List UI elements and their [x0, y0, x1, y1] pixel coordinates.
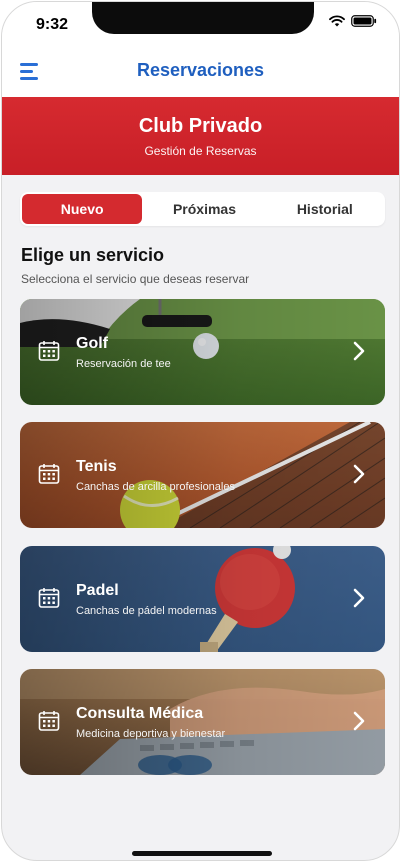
- card-subtitle: Medicina deportiva y bienestar: [76, 728, 226, 740]
- chevron-right-icon: [353, 588, 365, 608]
- battery-icon: [351, 15, 377, 27]
- club-header: Club Privado Gestión de Reservas: [2, 97, 399, 175]
- phone-frame: 9:32 Reservaciones Club Privado Gestión …: [1, 1, 400, 861]
- service-card-golf[interactable]: Golf Reservación de tee: [20, 299, 385, 405]
- card-title: Padel: [76, 582, 119, 599]
- card-title: Tenis: [76, 458, 117, 475]
- card-subtitle: Canchas de arcilla profesionales: [76, 481, 235, 493]
- card-subtitle: Reservación de tee: [76, 358, 171, 370]
- section-subtitle: Selecciona el servicio que deseas reserv…: [21, 272, 250, 286]
- home-indicator[interactable]: [132, 851, 272, 856]
- card-title: Consulta Médica: [76, 705, 204, 722]
- status-icons: [329, 15, 377, 27]
- tab-historial[interactable]: Historial: [265, 192, 385, 226]
- calendar-icon: [38, 711, 60, 731]
- chevron-right-icon: [353, 464, 365, 484]
- card-shade: [20, 546, 385, 652]
- calendar-icon: [38, 464, 60, 484]
- chevron-right-icon: [353, 341, 365, 361]
- service-card-consulta-medica[interactable]: Consulta Médica Medicina deportiva y bie…: [20, 669, 385, 775]
- calendar-icon: [38, 588, 60, 608]
- tab-proximas[interactable]: Próximas: [144, 192, 264, 226]
- club-title: Club Privado: [138, 115, 263, 137]
- card-shade: [20, 299, 385, 405]
- wifi-icon: [329, 15, 345, 27]
- service-card-padel[interactable]: Padel Canchas de pádel modernas: [20, 546, 385, 652]
- status-time: 9:32: [36, 16, 69, 33]
- card-shade: [20, 422, 385, 528]
- calendar-icon: [38, 341, 60, 361]
- nav-title: Reservaciones: [136, 60, 265, 80]
- card-title: Golf: [76, 335, 108, 352]
- service-card-tenis[interactable]: Tenis Canchas de arcilla profesionales: [20, 422, 385, 528]
- card-subtitle: Canchas de pádel modernas: [76, 605, 217, 617]
- tab-nuevo[interactable]: Nuevo: [22, 194, 143, 224]
- chevron-right-icon: [353, 711, 365, 731]
- club-subtitle: Gestión de Reservas: [144, 144, 257, 158]
- segmented-tabs: Nuevo Próximas Historial: [20, 192, 385, 226]
- section-title: Elige un servicio: [21, 245, 165, 265]
- navbar: Reservaciones: [2, 46, 399, 98]
- notch: [92, 2, 314, 34]
